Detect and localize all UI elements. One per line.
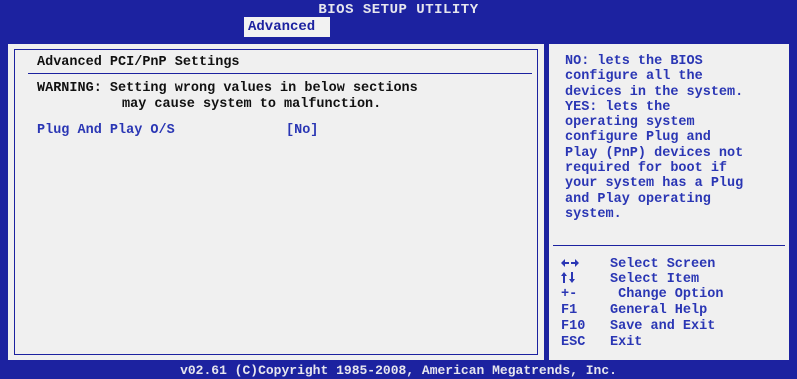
key-desc: Exit: [610, 335, 643, 350]
key-desc: Select Item: [610, 272, 700, 287]
help-line: YES: lets the: [565, 99, 671, 115]
plug-and-play-os-label[interactable]: Plug And Play O/S: [37, 123, 175, 138]
key-label: F10: [561, 319, 586, 334]
tab-advanced[interactable]: Advanced: [244, 17, 330, 37]
help-line: and Play operating: [565, 191, 711, 207]
copyright-text: v02.61 (C)Copyright 1985-2008, American …: [180, 363, 617, 378]
bios-title: BIOS SETUP UTILITY: [318, 2, 479, 18]
help-line: operating system: [565, 115, 695, 131]
help-line: Play (PnP) devices not: [565, 145, 744, 161]
key-desc: General Help: [610, 303, 708, 318]
section-title: Advanced PCI/PnP Settings: [37, 55, 240, 70]
help-line: required for boot if: [565, 161, 728, 177]
warning-line-1: WARNING: Setting wrong values in below s…: [37, 81, 418, 96]
help-line: devices in the system.: [565, 84, 744, 100]
help-text: NO: lets the BIOS configure all the devi…: [565, 54, 789, 222]
help-line: your system has a Plug: [565, 176, 744, 192]
help-line: NO: lets the BIOS: [565, 54, 703, 69]
key-desc: Save and Exit: [610, 319, 716, 334]
section-divider: [28, 73, 532, 74]
plug-and-play-os-value[interactable]: [No]: [286, 123, 318, 138]
help-divider: [553, 245, 785, 246]
help-line: system.: [565, 206, 622, 222]
help-line: configure Plug and: [565, 130, 711, 146]
help-line: configure all the: [565, 69, 703, 85]
warning-line-2: may cause system to malfunction.: [122, 97, 382, 112]
key-label: F1: [561, 303, 578, 318]
key-label: +-: [561, 287, 578, 302]
key-desc: Change Option: [610, 287, 724, 302]
key-label: ESC: [561, 335, 586, 350]
bios-screen: BIOS SETUP UTILITY Advanced Advanced PCI…: [0, 0, 797, 379]
key-desc: Select Screen: [610, 257, 716, 272]
